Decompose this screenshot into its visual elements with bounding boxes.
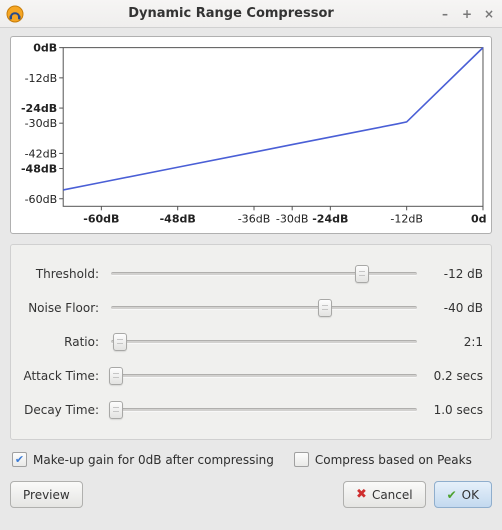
minimize-button[interactable]: – (438, 7, 452, 21)
svg-text:-30dB: -30dB (276, 212, 309, 225)
svg-text:-12dB: -12dB (25, 72, 58, 85)
cancel-icon: ✖ (356, 487, 367, 502)
noise-floor-value: -40 dB (423, 301, 483, 315)
attack-time-label: Attack Time: (19, 369, 105, 383)
svg-text:-24dB: -24dB (312, 212, 348, 225)
svg-text:-12dB: -12dB (390, 212, 423, 225)
threshold-slider-thumb[interactable] (355, 265, 369, 283)
makeup-gain-label: Make-up gain for 0dB after compressing (33, 453, 274, 467)
svg-text:0dB: 0dB (471, 212, 487, 225)
close-button[interactable]: × (482, 7, 496, 21)
svg-text:-60dB: -60dB (83, 212, 119, 225)
cancel-button-label: Cancel (372, 488, 413, 502)
decay-time-value: 1.0 secs (423, 403, 483, 417)
app-icon (6, 5, 24, 23)
maximize-button[interactable]: + (460, 7, 474, 21)
ratio-label: Ratio: (19, 335, 105, 349)
attack-time-slider-thumb[interactable] (109, 367, 123, 385)
titlebar: Dynamic Range Compressor – + × (0, 0, 502, 28)
ratio-value: 2:1 (423, 335, 483, 349)
compression-curve-chart: 0dB-12dB-24dB-30dB-42dB-48dB-60dB-60dB-4… (10, 36, 492, 234)
noise-floor-slider-thumb[interactable] (318, 299, 332, 317)
peaks-check-icon (294, 452, 309, 467)
window-controls: – + × (438, 7, 496, 21)
attack-time-slider[interactable] (111, 368, 417, 384)
ok-icon: ✔ (447, 488, 457, 502)
decay-time-slider[interactable] (111, 402, 417, 418)
ratio-slider[interactable] (111, 334, 417, 350)
threshold-label: Threshold: (19, 267, 105, 281)
attack-time-value: 0.2 secs (423, 369, 483, 383)
peaks-checkbox[interactable]: Compress based on Peaks (294, 452, 472, 467)
svg-text:-48dB: -48dB (160, 212, 196, 225)
decay-time-label: Decay Time: (19, 403, 105, 417)
svg-text:0dB: 0dB (33, 42, 57, 55)
svg-text:-48dB: -48dB (21, 163, 57, 176)
svg-text:-60dB: -60dB (25, 193, 58, 206)
slider-group: Threshold: -12 dB Noise Floor: -40 dB Ra… (10, 244, 492, 440)
threshold-value: -12 dB (423, 267, 483, 281)
peaks-label: Compress based on Peaks (315, 453, 472, 467)
chart-canvas: 0dB-12dB-24dB-30dB-42dB-48dB-60dB-60dB-4… (15, 41, 487, 229)
preview-button[interactable]: Preview (10, 481, 83, 508)
window-title: Dynamic Range Compressor (30, 6, 432, 21)
ok-button[interactable]: ✔ OK (434, 481, 492, 508)
svg-text:-36dB: -36dB (238, 212, 271, 225)
cancel-button[interactable]: ✖ Cancel (343, 481, 426, 508)
threshold-slider[interactable] (111, 266, 417, 282)
decay-time-slider-thumb[interactable] (109, 401, 123, 419)
makeup-gain-check-icon (12, 452, 27, 467)
preview-button-label: Preview (23, 488, 70, 502)
makeup-gain-checkbox[interactable]: Make-up gain for 0dB after compressing (12, 452, 274, 467)
ratio-slider-thumb[interactable] (113, 333, 127, 351)
noise-floor-label: Noise Floor: (19, 301, 105, 315)
ok-button-label: OK (462, 488, 479, 502)
noise-floor-slider[interactable] (111, 300, 417, 316)
svg-text:-24dB: -24dB (21, 102, 57, 115)
svg-text:-30dB: -30dB (25, 117, 58, 130)
svg-text:-42dB: -42dB (25, 147, 58, 160)
